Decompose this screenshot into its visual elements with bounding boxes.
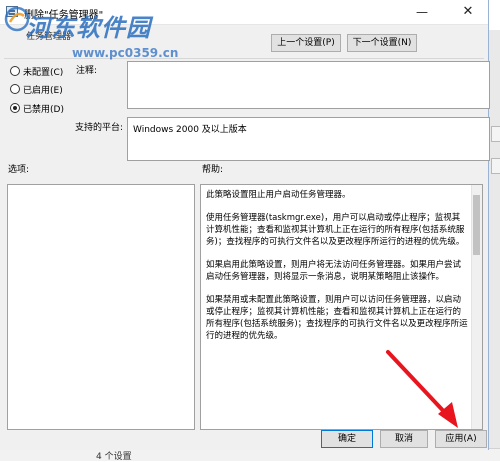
help-scrollbar[interactable]: [471, 185, 482, 429]
close-button[interactable]: ✕: [450, 0, 486, 24]
radio-label: 已启用(E): [23, 85, 63, 96]
help-label: 帮助:: [202, 165, 224, 175]
apply-button[interactable]: 应用(A): [435, 430, 487, 448]
next-setting-button[interactable]: 下一个设置(N): [347, 34, 417, 52]
cancel-button[interactable]: 取消: [380, 430, 428, 448]
options-label: 选项:: [8, 165, 30, 175]
radio-enabled[interactable]: 已启用(E): [10, 82, 63, 96]
radio-not-configured[interactable]: 未配置(C): [10, 64, 63, 78]
help-paragraph: 此策略设置阻止用户启动任务管理器。: [206, 190, 351, 200]
previous-setting-button[interactable]: 上一个设置(P): [271, 34, 341, 52]
comment-label: 注释:: [76, 66, 98, 76]
minimize-button[interactable]: —: [404, 0, 440, 24]
policy-setting-dialog: 删除"任务管理器" — ✕ 任务管理器 上一个设置(P) 下一个设置(N) 未配…: [0, 0, 490, 450]
platform-label: 支持的平台:: [75, 123, 124, 133]
help-paragraph: 使用任务管理器(taskmgr.exe)，用户可以启动或停止程序；监视其计算机性…: [206, 213, 465, 247]
background-window-control: [491, 126, 500, 142]
help-panel: 此策略设置阻止用户启动任务管理器。 使用任务管理器(taskmgr.exe)，用…: [200, 184, 483, 430]
radio-circle: [10, 66, 20, 76]
help-paragraph: 如果启用此策略设置，则用户将无法访问任务管理器。如果用户尝试启动任务管理器，则将…: [206, 260, 462, 282]
ok-button[interactable]: 确定: [321, 430, 373, 448]
platform-value: Windows 2000 及以上版本: [127, 117, 490, 161]
watermark-title: 河东软件园: [26, 13, 151, 42]
radio-circle: [10, 84, 20, 94]
background-status-text: 4 个设置: [96, 452, 132, 462]
minimize-icon: —: [416, 5, 428, 19]
radio-label: 未配置(C): [23, 67, 64, 78]
radio-circle-selected: [10, 103, 20, 113]
comment-input[interactable]: [127, 61, 490, 109]
radio-label: 已禁用(D): [23, 104, 64, 115]
background-window-control: [491, 158, 500, 174]
options-panel: [7, 184, 195, 430]
radio-disabled[interactable]: 已禁用(D): [10, 101, 64, 115]
close-icon: ✕: [462, 4, 474, 19]
scroll-thumb[interactable]: [473, 195, 480, 255]
watermark-url: www.pc0359.cn: [72, 46, 179, 60]
help-paragraph: 如果禁用或未配置此策略设置，则用户可以访问任务管理器，以启动或停止程序；监视其计…: [206, 295, 468, 341]
